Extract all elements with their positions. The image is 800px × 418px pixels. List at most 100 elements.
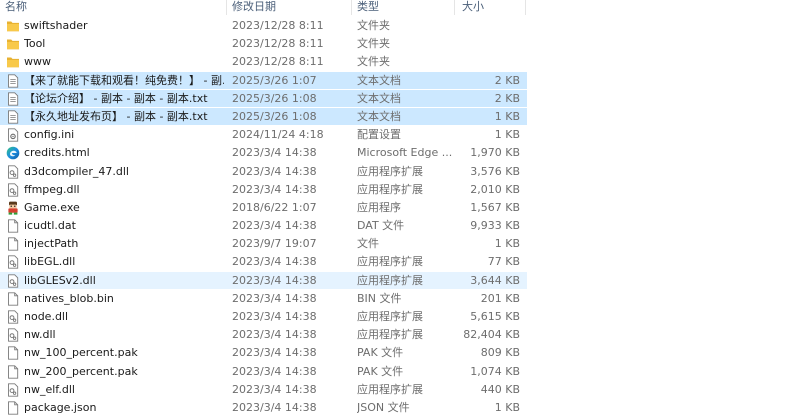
- file-row[interactable]: icudtl.dat 2023/3/4 14:38 DAT 文件 9,933 KB: [0, 217, 800, 235]
- file-type: 文本文档: [357, 91, 401, 105]
- file-date-modified: 2023/3/4 14:38: [232, 364, 317, 378]
- file-size: 1 KB: [494, 237, 520, 251]
- file-size: [456, 35, 520, 53]
- column-divider[interactable]: [525, 0, 526, 15]
- file-type: 应用程序扩展: [357, 273, 423, 287]
- file-row[interactable]: config.ini 2024/11/24 4:18 配置设置 1 KB: [0, 126, 800, 144]
- file-row[interactable]: Game.exe 2018/6/22 1:07 应用程序 1,567 KB: [0, 199, 800, 217]
- file-row[interactable]: credits.html 2023/3/4 14:38 Microsoft Edge…: [0, 144, 800, 162]
- file-size: 1,567 KB: [470, 200, 520, 214]
- column-header-name[interactable]: 名称: [5, 0, 27, 14]
- file-size: [456, 53, 520, 71]
- file-size: 77 KB: [487, 255, 520, 269]
- file-date-modified: 2023/3/4 14:38: [232, 310, 317, 323]
- file-name: d3dcompiler_47.dll: [24, 164, 129, 178]
- file-type: 文件夹: [357, 55, 390, 69]
- file-row[interactable]: 【来了就能下载和观看！纯免费！】 - 副... 2025/3/26 1:07 文本文…: [0, 71, 800, 90]
- file-name: nw_100_percent.pak: [24, 346, 138, 360]
- file-date-modified: 2023/12/28 8:11: [232, 55, 324, 69]
- column-divider[interactable]: [226, 0, 227, 15]
- dll-file-icon: [6, 164, 20, 179]
- folder-icon: [6, 55, 20, 69]
- column-divider[interactable]: [351, 0, 352, 15]
- file-size: 1 KB: [494, 128, 520, 142]
- file-date-modified: 2023/3/4 14:38: [232, 255, 317, 269]
- file-name: www: [24, 55, 51, 69]
- dll-file-icon: [6, 273, 20, 288]
- file-row[interactable]: www 2023/12/28 8:11 文件夹: [0, 53, 800, 71]
- file-size: 9,933 KB: [470, 219, 520, 233]
- file-name: 【论坛介绍】 - 副本 - 副本 - 副本.txt: [24, 91, 208, 105]
- file-size: 2,010 KB: [470, 182, 520, 196]
- file-name: libEGL.dll: [24, 255, 76, 269]
- file-icon: [6, 364, 20, 379]
- column-header-type[interactable]: 类型: [357, 0, 379, 14]
- file-size: 2 KB: [494, 91, 520, 105]
- file-row[interactable]: 【论坛介绍】 - 副本 - 副本 - 副本.txt 2025/3/26 1:08 文…: [0, 89, 800, 108]
- file-row[interactable]: nw.dll 2023/3/4 14:38 应用程序扩展 82,404 KB: [0, 326, 800, 344]
- file-type: Microsoft Edge ...: [357, 146, 452, 160]
- file-date-modified: 2023/3/4 14:38: [232, 328, 317, 342]
- file-row[interactable]: natives_blob.bin 2023/3/4 14:38 BIN 文件 201 …: [0, 290, 800, 308]
- file-size: 201 KB: [480, 291, 520, 305]
- file-row[interactable]: nw_200_percent.pak 2023/3/4 14:38 PAK 文件 1,…: [0, 363, 800, 381]
- file-row[interactable]: libGLESv2.dll 2023/3/4 14:38 应用程序扩展 3,644 K…: [0, 271, 800, 290]
- file-type: 文本文档: [357, 73, 401, 87]
- file-row[interactable]: libEGL.dll 2023/3/4 14:38 应用程序扩展 77 KB: [0, 253, 800, 271]
- file-row[interactable]: ffmpeg.dll 2023/3/4 14:38 应用程序扩展 2,010 KB: [0, 181, 800, 199]
- file-size: 1 KB: [494, 400, 520, 414]
- file-name: config.ini: [24, 128, 75, 142]
- file-type: 文件: [357, 237, 379, 251]
- file-row[interactable]: d3dcompiler_47.dll 2023/3/4 14:38 应用程序扩展 3,…: [0, 163, 800, 181]
- dll-file-icon: [6, 383, 20, 397]
- file-size: 1 KB: [494, 109, 520, 123]
- file-type: JSON 文件: [357, 400, 410, 414]
- folder-icon: [6, 37, 20, 51]
- file-size: 440 KB: [480, 382, 520, 396]
- file-name: package.json: [24, 400, 97, 414]
- dll-file-icon: [6, 183, 20, 197]
- file-size: 1,970 KB: [470, 146, 520, 160]
- file-name: Tool: [24, 37, 46, 51]
- file-size: [456, 17, 520, 35]
- file-name: 【来了就能下载和观看！纯免费！】 - 副...: [24, 73, 224, 87]
- file-date-modified: 2023/3/4 14:38: [232, 291, 317, 305]
- file-icon: [6, 292, 20, 306]
- text-file-icon: [6, 92, 20, 106]
- file-type: DAT 文件: [357, 219, 405, 233]
- file-type: PAK 文件: [357, 364, 404, 378]
- file-type: 应用程序: [357, 200, 401, 214]
- column-header-size[interactable]: 大小: [462, 0, 484, 14]
- game-exe-icon: [6, 201, 20, 215]
- file-type: 应用程序扩展: [357, 310, 423, 323]
- file-row[interactable]: node.dll 2023/3/4 14:38 应用程序扩展 5,615 KB: [0, 308, 800, 326]
- file-icon: [6, 237, 20, 251]
- file-date-modified: 2023/3/4 14:38: [232, 382, 317, 396]
- config-file-icon: [6, 128, 20, 142]
- file-type: 应用程序扩展: [357, 255, 423, 269]
- file-row[interactable]: 【永久地址发布页】 - 副本 - 副本.txt 2025/3/26 1:08 文本文…: [0, 107, 800, 126]
- file-row[interactable]: nw_elf.dll 2023/3/4 14:38 应用程序扩展 440 KB: [0, 381, 800, 399]
- file-size: 3,644 KB: [470, 273, 520, 287]
- file-row[interactable]: Tool 2023/12/28 8:11 文件夹: [0, 35, 800, 53]
- file-type: BIN 文件: [357, 291, 402, 305]
- file-name: ffmpeg.dll: [24, 182, 80, 196]
- file-date-modified: 2025/3/26 1:08: [232, 91, 317, 105]
- file-row[interactable]: injectPath 2023/9/7 19:07 文件 1 KB: [0, 235, 800, 253]
- file-name: nw.dll: [24, 328, 56, 342]
- file-name: icudtl.dat: [24, 219, 76, 233]
- file-row[interactable]: package.json 2023/3/4 14:38 JSON 文件 1 KB: [0, 399, 800, 417]
- file-date-modified: 2025/3/26 1:08: [232, 109, 317, 123]
- column-header-date[interactable]: 修改日期: [232, 0, 276, 14]
- file-row[interactable]: swiftshader 2023/12/28 8:11 文件夹: [0, 17, 800, 35]
- file-date-modified: 2023/3/4 14:38: [232, 146, 317, 160]
- file-name: libGLESv2.dll: [24, 273, 96, 287]
- file-row[interactable]: nw_100_percent.pak 2023/3/4 14:38 PAK 文件 80…: [0, 344, 800, 362]
- file-list-view: 名称 修改日期 类型 大小 swiftshader 2023/12/28 8:11…: [0, 0, 800, 415]
- edge-icon: [6, 146, 20, 160]
- file-date-modified: 2023/3/4 14:38: [232, 273, 317, 287]
- file-icon: [6, 346, 20, 361]
- column-divider[interactable]: [454, 0, 455, 15]
- column-header-bar: 名称 修改日期 类型 大小: [0, 0, 800, 16]
- text-file-icon: [6, 110, 20, 124]
